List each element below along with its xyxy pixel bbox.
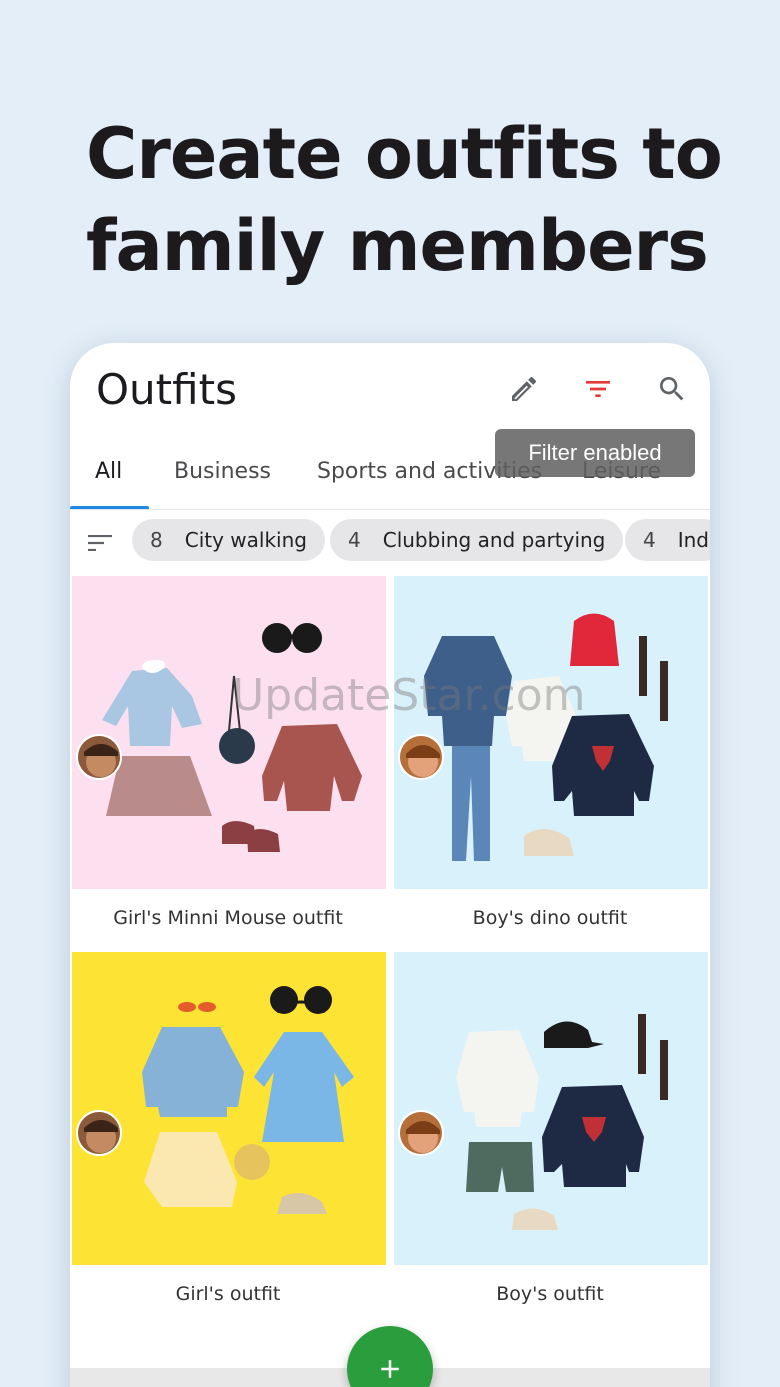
outfit-card[interactable]: Boy's outfit [392,952,708,1322]
plus-icon [381,1360,399,1378]
chip-count: 8 [150,528,163,552]
phone-frame: Outfits Filter enabled All Business Spor… [70,343,710,1387]
outfit-image [72,952,386,1265]
search-icon [660,377,684,401]
filter-chip-row: 8 City walking 4 Clubbing and partying 4… [70,515,710,571]
pencil-icon [512,376,537,401]
chip-ind[interactable]: 4 Ind [625,519,710,561]
outfit-image [394,952,708,1265]
filter-tooltip: Filter enabled [495,429,695,477]
avatar [76,1110,122,1156]
outfit-card[interactable]: Girl's outfit [70,952,386,1322]
sort-icon[interactable] [84,527,116,559]
filter-icon [586,381,610,397]
tab-all[interactable]: All [95,459,122,484]
headline-line-1: Create outfits to [86,113,723,195]
outfit-caption: Girl's Minni Mouse outfit [113,906,343,929]
avatar [398,1110,444,1156]
outfit-caption: Boy's outfit [496,1282,604,1305]
outfit-caption: Boy's dino outfit [472,906,628,929]
chip-label: Ind [677,528,710,552]
edit-button[interactable] [504,369,544,409]
headline-line-2: family members [86,205,709,287]
filter-button[interactable] [578,369,618,409]
outfit-card[interactable]: Girl's Minni Mouse outfit [70,576,386,946]
tab-divider [70,509,710,510]
page-title: Outfits [96,365,237,414]
app-bar: Outfits [70,343,710,433]
chip-clubbing-and-partying[interactable]: 4 Clubbing and partying [330,519,624,561]
avatar [76,734,122,780]
tab-business[interactable]: Business [174,459,271,484]
chip-label: City walking [184,528,307,552]
outfit-caption: Girl's outfit [175,1282,281,1305]
chip-label: Clubbing and partying [382,528,606,552]
avatar [398,734,444,780]
outfit-card[interactable]: Boy's dino outfit [392,576,708,946]
search-button[interactable] [652,369,692,409]
outfit-image [72,576,386,889]
chip-city-walking[interactable]: 8 City walking [132,519,325,561]
outfit-image [394,576,708,889]
chip-count: 4 [348,528,361,552]
headline: Create outfits to family members [86,108,746,292]
chip-count: 4 [643,528,656,552]
